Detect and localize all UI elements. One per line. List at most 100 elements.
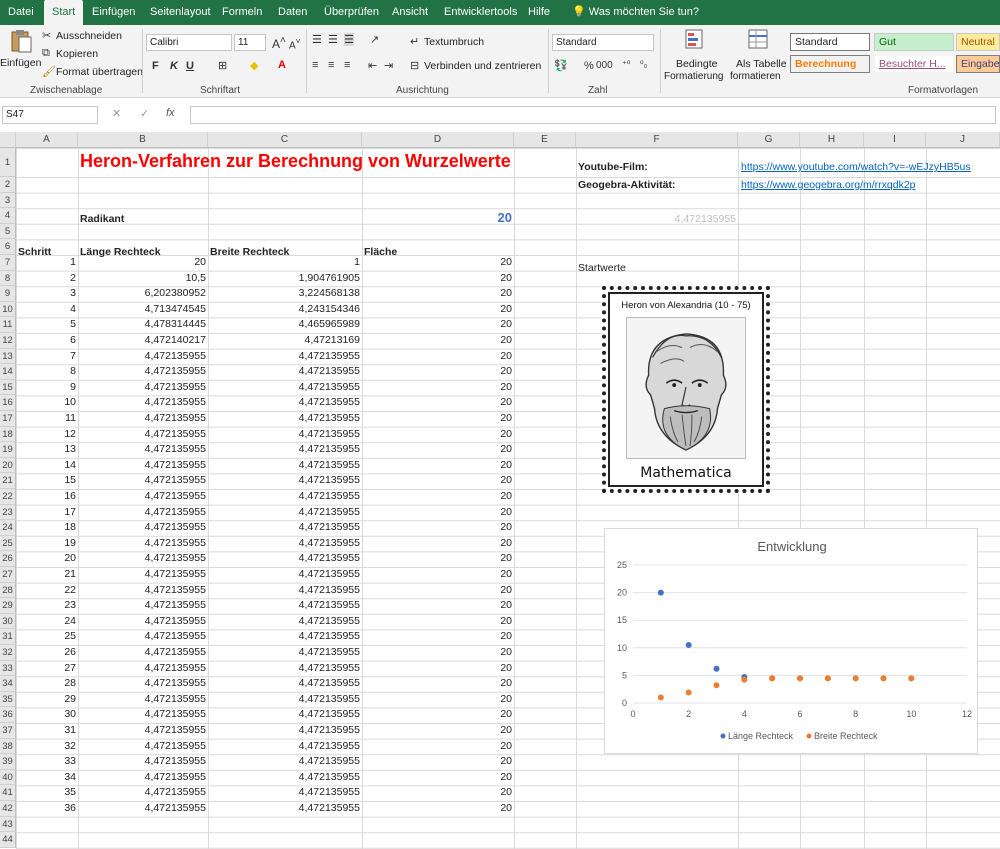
insert-function-button[interactable]: fx: [166, 107, 175, 119]
row-header[interactable]: 42: [0, 801, 16, 817]
table-cell-breite[interactable]: 4,472135955: [208, 646, 362, 662]
table-cell-laenge[interactable]: 20: [78, 256, 208, 272]
row-header[interactable]: 20: [0, 457, 16, 474]
tab-daten[interactable]: Daten: [270, 0, 315, 25]
row-header[interactable]: 11: [0, 317, 16, 333]
table-cell-breite[interactable]: 4,243154346: [208, 303, 362, 319]
table-cell-flaeche[interactable]: 20: [362, 552, 514, 568]
table-cell-flaeche[interactable]: 20: [362, 662, 514, 678]
row-header[interactable]: 23: [0, 504, 16, 521]
column-header-i[interactable]: I: [864, 132, 926, 148]
style-eingabe[interactable]: Eingabe: [956, 55, 1000, 73]
table-cell-breite[interactable]: 4,472135955: [208, 677, 362, 693]
table-cell-schritt[interactable]: 12: [16, 428, 78, 444]
table-cell-flaeche[interactable]: 20: [362, 272, 514, 288]
table-cell-schritt[interactable]: 16: [16, 490, 78, 506]
row-header[interactable]: 39: [0, 754, 16, 770]
table-cell-schritt[interactable]: 35: [16, 786, 78, 802]
underline-button[interactable]: U: [186, 60, 194, 72]
table-cell-laenge[interactable]: 4,472135955: [78, 708, 208, 724]
table-cell-schritt[interactable]: 8: [16, 365, 78, 381]
table-cell-flaeche[interactable]: 20: [362, 740, 514, 756]
table-cell-laenge[interactable]: 4,713474545: [78, 303, 208, 319]
table-cell-schritt[interactable]: 18: [16, 521, 78, 537]
table-cell-flaeche[interactable]: 20: [362, 677, 514, 693]
align-middle-icon[interactable]: ☰: [328, 33, 338, 46]
table-cell-laenge[interactable]: 4,472135955: [78, 599, 208, 615]
table-cell-flaeche[interactable]: 20: [362, 506, 514, 522]
row-header[interactable]: 1: [0, 148, 16, 177]
table-cell-flaeche[interactable]: 20: [362, 303, 514, 319]
table-cell-flaeche[interactable]: 20: [362, 443, 514, 459]
table-cell-breite[interactable]: 4,472135955: [208, 552, 362, 568]
tab-start[interactable]: Start: [44, 0, 84, 25]
table-cell-schritt[interactable]: 3: [16, 287, 78, 303]
table-cell-breite[interactable]: 1: [208, 256, 362, 272]
row-header[interactable]: 31: [0, 629, 16, 645]
table-cell-laenge[interactable]: 4,472135955: [78, 677, 208, 693]
conditional-formatting-button[interactable]: Bedingte Formatierung: [664, 29, 726, 82]
row-header[interactable]: 10: [0, 301, 16, 318]
table-cell-breite[interactable]: 4,472135955: [208, 615, 362, 631]
italic-button[interactable]: K: [170, 60, 178, 72]
table-cell-schritt[interactable]: 5: [16, 318, 78, 334]
table-cell-flaeche[interactable]: 20: [362, 693, 514, 709]
percent-button[interactable]: %: [584, 60, 594, 72]
table-cell-laenge[interactable]: 4,472135955: [78, 630, 208, 646]
table-cell-breite[interactable]: 4,472135955: [208, 584, 362, 600]
table-cell-flaeche[interactable]: 20: [362, 412, 514, 428]
table-cell-schritt[interactable]: 1: [16, 256, 78, 272]
table-cell-laenge[interactable]: 4,472135955: [78, 365, 208, 381]
table-cell-laenge[interactable]: 4,472135955: [78, 568, 208, 584]
table-cell-breite[interactable]: 4,472135955: [208, 506, 362, 522]
row-header[interactable]: 2: [0, 177, 16, 193]
increase-indent-icon[interactable]: ⇥: [384, 59, 393, 72]
table-cell-breite[interactable]: 4,472135955: [208, 662, 362, 678]
row-header[interactable]: 4: [0, 208, 16, 224]
row-header[interactable]: 34: [0, 676, 16, 692]
table-cell-breite[interactable]: 4,472135955: [208, 755, 362, 771]
table-cell-breite[interactable]: 4,465965989: [208, 318, 362, 334]
table-cell-laenge[interactable]: 4,472135955: [78, 521, 208, 537]
table-cell-laenge[interactable]: 4,472135955: [78, 506, 208, 522]
table-cell-flaeche[interactable]: 20: [362, 537, 514, 553]
table-cell-breite[interactable]: 4,472135955: [208, 568, 362, 584]
table-cell-breite[interactable]: 4,472135955: [208, 443, 362, 459]
table-cell-laenge[interactable]: 4,472135955: [78, 474, 208, 490]
formula-input[interactable]: [190, 106, 996, 124]
row-header[interactable]: 22: [0, 489, 16, 505]
table-cell-laenge[interactable]: 4,472135955: [78, 724, 208, 740]
table-cell-schritt[interactable]: 11: [16, 412, 78, 428]
select-all-corner[interactable]: [0, 132, 16, 148]
column-header-d[interactable]: D: [362, 132, 514, 148]
font-color-icon[interactable]: A: [278, 59, 286, 71]
table-cell-schritt[interactable]: 14: [16, 459, 78, 475]
align-top-icon[interactable]: ☰: [312, 33, 322, 46]
table-cell-flaeche[interactable]: 20: [362, 802, 514, 818]
table-cell-flaeche[interactable]: 20: [362, 490, 514, 506]
row-header[interactable]: 13: [0, 348, 16, 365]
table-cell-laenge[interactable]: 4,472135955: [78, 771, 208, 787]
table-cell-laenge[interactable]: 4,472135955: [78, 428, 208, 444]
row-header[interactable]: 5: [0, 223, 16, 240]
row-header[interactable]: 28: [0, 582, 16, 599]
row-header[interactable]: 35: [0, 691, 16, 708]
table-cell-breite[interactable]: 4,472135955: [208, 350, 362, 366]
row-header[interactable]: 3: [0, 192, 16, 209]
table-cell-flaeche[interactable]: 20: [362, 599, 514, 615]
table-cell-breite[interactable]: 4,472135955: [208, 474, 362, 490]
table-cell-flaeche[interactable]: 20: [362, 396, 514, 412]
table-cell-flaeche[interactable]: 20: [362, 318, 514, 334]
table-cell-laenge[interactable]: 4,472135955: [78, 615, 208, 631]
row-header[interactable]: 8: [0, 270, 16, 287]
table-cell-breite[interactable]: 4,472135955: [208, 412, 362, 428]
table-cell-schritt[interactable]: 28: [16, 677, 78, 693]
row-header[interactable]: 30: [0, 613, 16, 630]
table-cell-schritt[interactable]: 34: [16, 771, 78, 787]
row-header[interactable]: 16: [0, 395, 16, 411]
orientation-icon[interactable]: ↗: [370, 33, 379, 46]
table-cell-schritt[interactable]: 19: [16, 537, 78, 553]
font-size-select[interactable]: 11: [234, 34, 266, 51]
table-cell-breite[interactable]: 4,472135955: [208, 428, 362, 444]
table-cell-laenge[interactable]: 4,472135955: [78, 490, 208, 506]
